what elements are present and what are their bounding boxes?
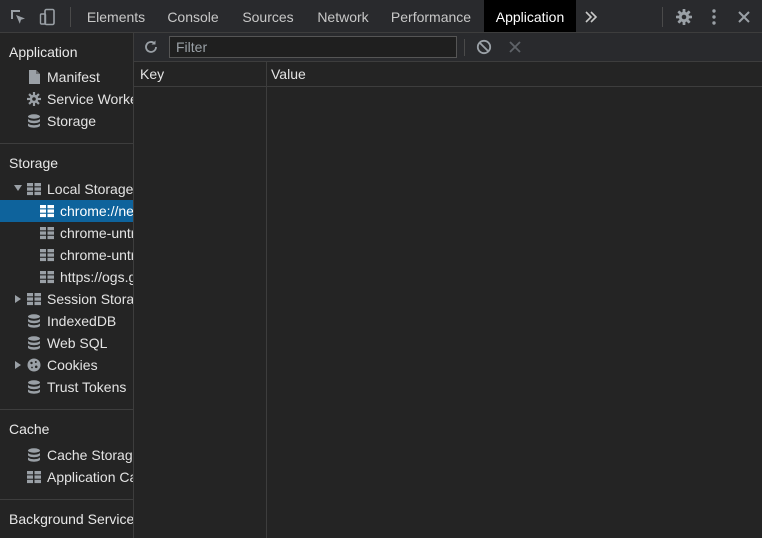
table-header: Key Value bbox=[134, 62, 762, 87]
tab-application[interactable]: Application bbox=[484, 0, 576, 32]
sidebar-item-local-origin[interactable]: chrome-untrusted://new-tab-page bbox=[0, 222, 133, 244]
close-icon[interactable] bbox=[733, 0, 755, 33]
grid-icon bbox=[40, 249, 54, 262]
sidebar-item-trust-tokens[interactable]: Trust Tokens bbox=[0, 376, 133, 398]
section-title-cache: Cache bbox=[9, 421, 50, 437]
cookie-icon bbox=[27, 358, 41, 372]
sidebar-item-label: chrome-untrusted://new-tab-page bbox=[60, 247, 133, 263]
tab-network[interactable]: Network bbox=[309, 0, 377, 32]
tab-performance[interactable]: Performance bbox=[383, 0, 479, 32]
database-icon bbox=[28, 448, 40, 462]
section-title-background-services: Background Services bbox=[9, 511, 134, 527]
sidebar-item-local-origin[interactable]: chrome-untrusted://new-tab-page bbox=[0, 244, 133, 266]
section-divider bbox=[0, 499, 133, 500]
expand-arrow-right-icon[interactable] bbox=[15, 361, 21, 369]
section-divider bbox=[0, 409, 133, 410]
sidebar-item-storage[interactable]: Storage bbox=[0, 110, 133, 132]
tab-sources[interactable]: Sources bbox=[233, 0, 303, 32]
column-header-value[interactable]: Value bbox=[271, 62, 306, 86]
grid-icon bbox=[40, 227, 54, 240]
database-icon bbox=[28, 314, 40, 328]
refresh-icon[interactable] bbox=[143, 39, 159, 55]
sidebar-item-label: Session Storage bbox=[47, 291, 133, 307]
section-title-application: Application bbox=[9, 44, 78, 60]
column-divider[interactable] bbox=[266, 62, 267, 538]
tabbar-separator bbox=[70, 7, 71, 27]
sidebar-item-label: Storage bbox=[47, 113, 97, 129]
kebab-menu-icon[interactable] bbox=[703, 0, 725, 33]
sidebar-item-label: Service Workers bbox=[47, 91, 133, 107]
sidebar-item-manifest[interactable]: Manifest bbox=[0, 66, 133, 88]
grid-icon bbox=[27, 183, 41, 196]
storage-viewer: Key Value bbox=[134, 33, 762, 538]
database-icon bbox=[28, 336, 40, 350]
sidebar-item-indexeddb[interactable]: IndexedDB bbox=[0, 310, 133, 332]
inspect-element-icon[interactable] bbox=[6, 0, 30, 33]
storage-toolbar bbox=[134, 33, 762, 62]
sidebar-item-application-cache[interactable]: Application Cache bbox=[0, 466, 133, 488]
application-sidebar: Application Manifest Service Workers Sto… bbox=[0, 33, 134, 538]
sidebar-item-label: Trust Tokens bbox=[47, 379, 127, 395]
sidebar-item-label: IndexedDB bbox=[47, 313, 117, 329]
sidebar-item-label: Local Storage bbox=[47, 181, 133, 197]
section-title-storage: Storage bbox=[9, 155, 59, 171]
gear-icon bbox=[27, 92, 41, 106]
tabbar-separator bbox=[662, 7, 663, 27]
grid-icon bbox=[27, 471, 41, 484]
sidebar-item-label: Manifest bbox=[47, 69, 100, 85]
sidebar-item-label: https://ogs.google.com bbox=[60, 269, 133, 285]
devtools-tabbar: Elements Console Sources Network Perform… bbox=[0, 0, 762, 33]
sidebar-item-local-origin[interactable]: chrome://new-tab-page bbox=[0, 200, 133, 222]
sidebar-item-local-storage[interactable]: Local Storage bbox=[0, 178, 133, 200]
delete-selected-icon[interactable] bbox=[508, 40, 522, 54]
grid-icon bbox=[40, 271, 54, 284]
sidebar-item-service-workers[interactable]: Service Workers bbox=[0, 88, 133, 110]
grid-icon bbox=[27, 293, 41, 306]
clear-all-block-icon[interactable] bbox=[476, 39, 492, 55]
toolbar-separator bbox=[464, 39, 465, 56]
sidebar-item-label: chrome-untrusted://new-tab-page bbox=[60, 225, 133, 241]
sidebar-item-label: Application Cache bbox=[47, 469, 133, 485]
section-divider bbox=[0, 143, 133, 144]
database-icon bbox=[28, 114, 40, 128]
grid-icon bbox=[40, 205, 54, 218]
sidebar-item-label: Cookies bbox=[47, 357, 98, 373]
sidebar-item-local-origin[interactable]: https://ogs.google.com bbox=[0, 266, 133, 288]
settings-gear-icon[interactable] bbox=[672, 0, 696, 33]
sidebar-item-cookies[interactable]: Cookies bbox=[0, 354, 133, 376]
sidebar-item-web-sql[interactable]: Web SQL bbox=[0, 332, 133, 354]
sidebar-item-label: Web SQL bbox=[47, 335, 108, 351]
tab-elements[interactable]: Elements bbox=[79, 0, 153, 32]
more-tabs-chevron-icon[interactable] bbox=[580, 0, 602, 33]
filter-input[interactable] bbox=[169, 36, 457, 58]
sidebar-item-label: chrome://new-tab-page bbox=[60, 203, 133, 219]
document-icon bbox=[29, 70, 40, 84]
database-icon bbox=[28, 380, 40, 394]
column-header-key[interactable]: Key bbox=[140, 62, 164, 86]
expand-arrow-right-icon[interactable] bbox=[15, 295, 21, 303]
device-toolbar-icon[interactable] bbox=[36, 0, 60, 33]
sidebar-item-label: Cache Storage bbox=[47, 447, 133, 463]
sidebar-item-cache-storage[interactable]: Cache Storage bbox=[0, 444, 133, 466]
tab-console[interactable]: Console bbox=[159, 0, 227, 32]
sidebar-item-session-storage[interactable]: Session Storage bbox=[0, 288, 133, 310]
expand-arrow-down-icon[interactable] bbox=[14, 185, 22, 191]
